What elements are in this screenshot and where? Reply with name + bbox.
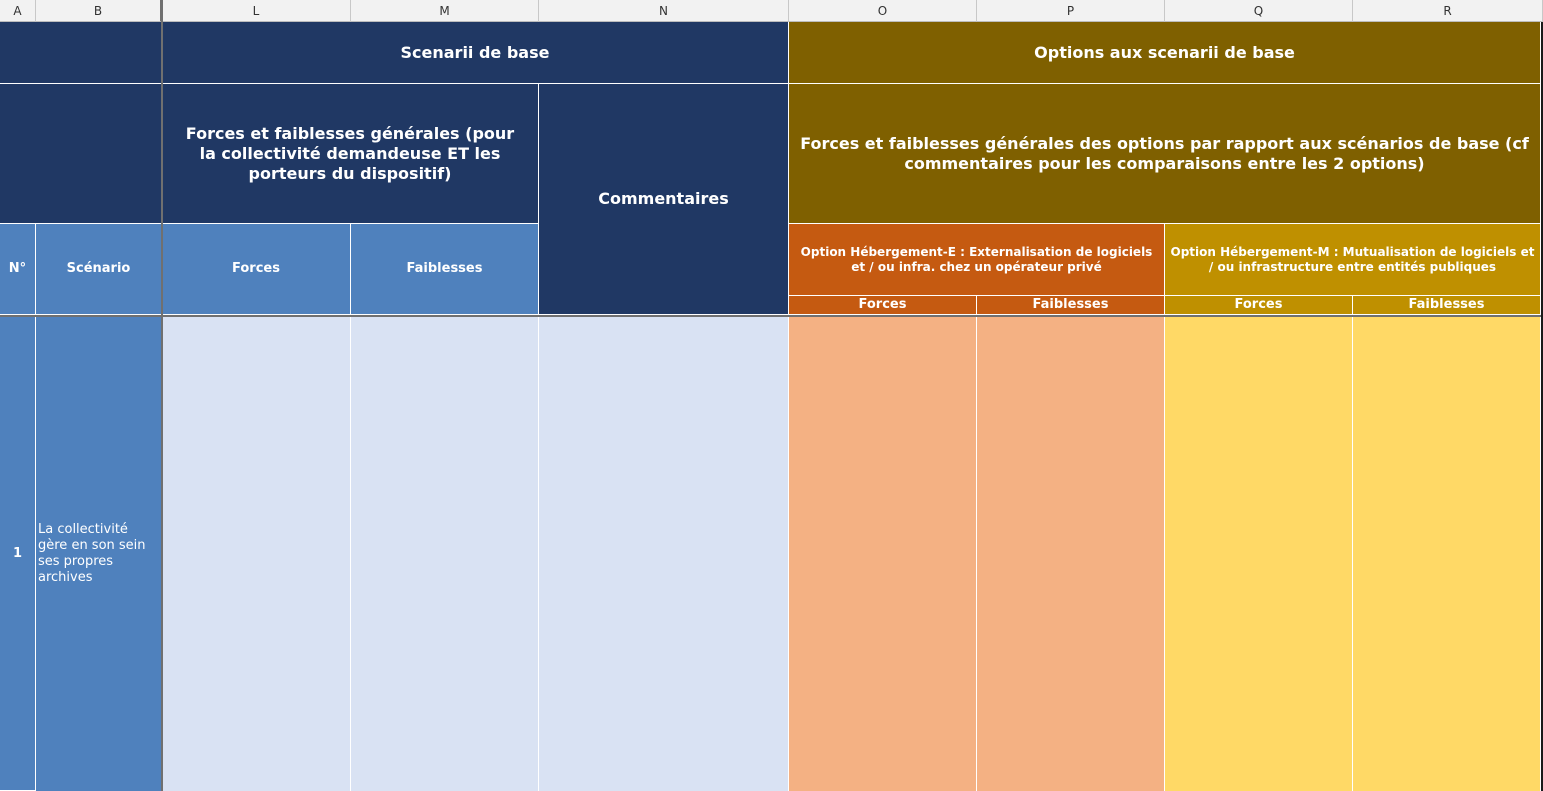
- header-option-hebergement-m[interactable]: Option Hébergement-M : Mutualisation de …: [1165, 224, 1541, 296]
- row-1-option-e-faiblesses[interactable]: [977, 317, 1165, 791]
- column-header-b[interactable]: B: [36, 0, 162, 22]
- row-1-faiblesses[interactable]: [351, 317, 539, 791]
- row-1-option-m-forces[interactable]: [1165, 317, 1353, 791]
- header-forces-faiblesses-generales[interactable]: Forces et faiblesses générales (pour la …: [162, 84, 539, 224]
- header-option-m-forces[interactable]: Forces: [1165, 296, 1353, 315]
- header-option-e-forces[interactable]: Forces: [789, 296, 977, 315]
- column-header-n[interactable]: N: [539, 0, 789, 22]
- header-empty-ab-top[interactable]: [0, 22, 162, 84]
- row-1-forces[interactable]: [162, 317, 351, 791]
- row-1-option-e-forces[interactable]: [789, 317, 977, 791]
- header-forces[interactable]: Forces: [162, 224, 351, 315]
- header-scenarii-de-base[interactable]: Scenarii de base: [162, 22, 789, 84]
- column-header-l[interactable]: L: [162, 0, 351, 22]
- header-faiblesses[interactable]: Faiblesses: [351, 224, 539, 315]
- header-options-scenarii[interactable]: Options aux scenarii de base: [789, 22, 1541, 84]
- column-header-p[interactable]: P: [977, 0, 1165, 22]
- freeze-column-separator: [161, 0, 163, 791]
- row-1-scenario[interactable]: La collectivité gère en son sein ses pro…: [36, 317, 162, 791]
- header-option-m-faiblesses[interactable]: Faiblesses: [1353, 296, 1541, 315]
- header-num[interactable]: N°: [0, 224, 36, 315]
- row-1-option-m-faiblesses[interactable]: [1353, 317, 1541, 791]
- header-scenario[interactable]: Scénario: [36, 224, 162, 315]
- header-commentaires[interactable]: Commentaires: [539, 84, 789, 315]
- column-header-m[interactable]: M: [351, 0, 539, 22]
- row-1-commentaires[interactable]: [539, 317, 789, 791]
- header-option-e-faiblesses[interactable]: Faiblesses: [977, 296, 1165, 315]
- column-header-r[interactable]: R: [1353, 0, 1543, 22]
- column-header-o[interactable]: O: [789, 0, 977, 22]
- header-empty-ab-mid[interactable]: [0, 84, 162, 224]
- column-header-a[interactable]: A: [0, 0, 36, 22]
- row-1-num[interactable]: 1: [0, 317, 36, 791]
- column-header-q[interactable]: Q: [1165, 0, 1353, 22]
- row-1-scenario-text: La collectivité gère en son sein ses pro…: [38, 522, 146, 585]
- header-option-hebergement-e[interactable]: Option Hébergement-E : Externalisation d…: [789, 224, 1165, 296]
- header-forces-faiblesses-options[interactable]: Forces et faiblesses générales des optio…: [789, 84, 1541, 224]
